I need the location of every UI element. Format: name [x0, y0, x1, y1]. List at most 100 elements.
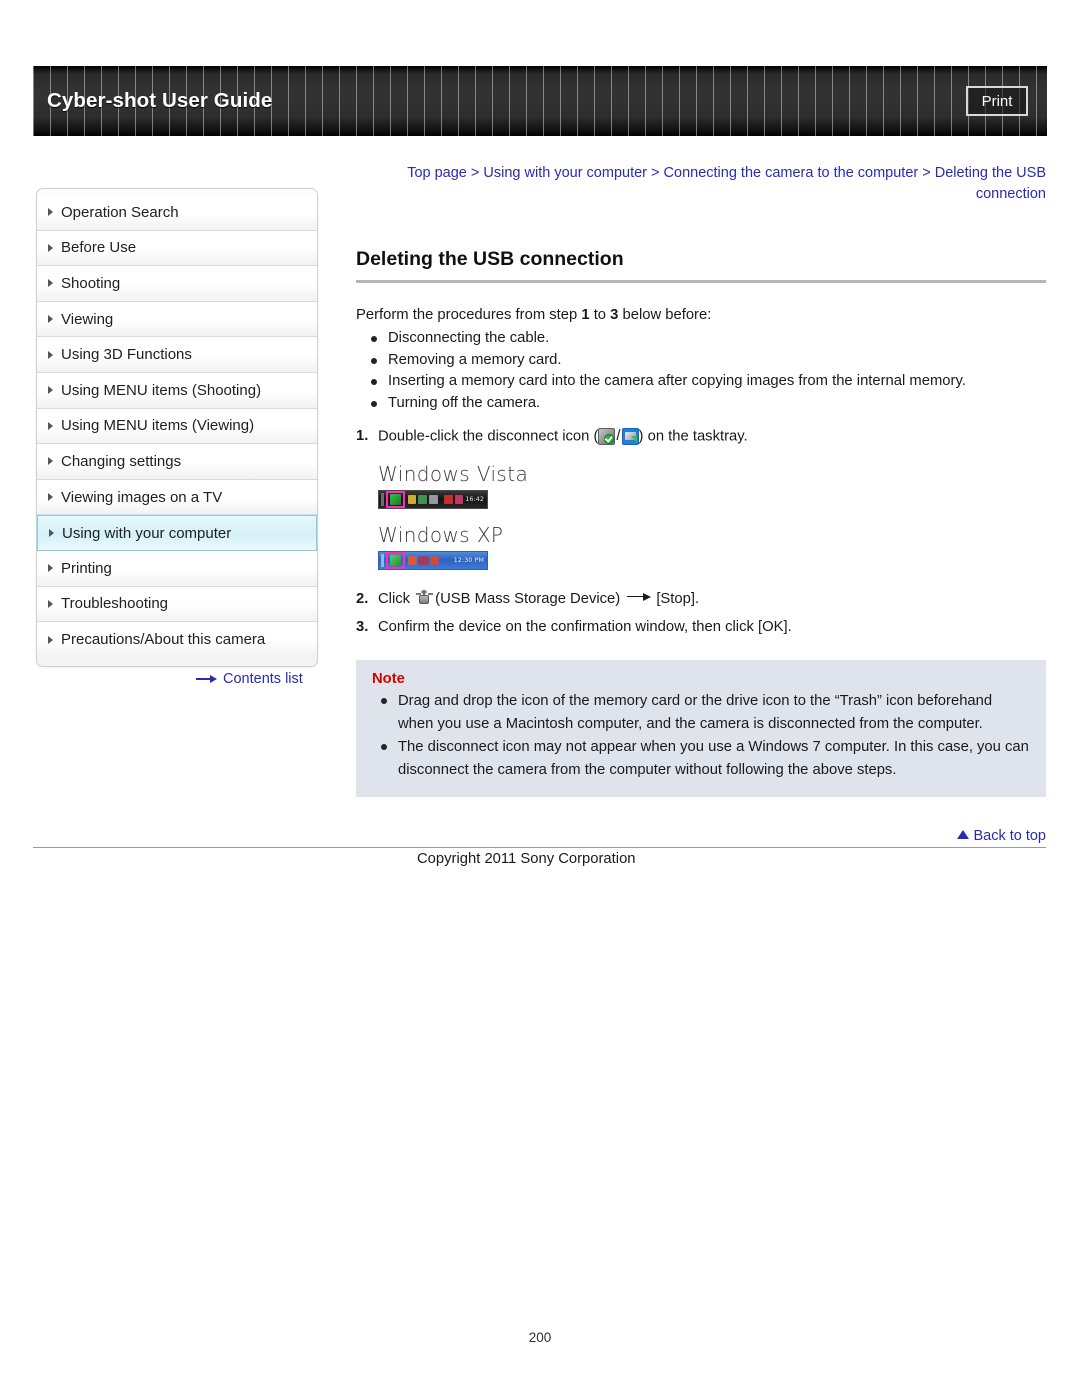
- sidebar-item-label: Using 3D Functions: [61, 346, 192, 364]
- chevron-right-icon: [48, 421, 53, 430]
- windows-vista-tasktray-image: 16:42: [378, 489, 488, 509]
- breadcrumb-separator: >: [466, 165, 484, 181]
- chevron-right-icon: [48, 243, 53, 252]
- chevron-right-icon: [48, 279, 53, 288]
- windows-xp-example: Windows XP 12:30 PM: [378, 523, 1046, 570]
- tray-mini-icon: [430, 555, 439, 565]
- list-item: The disconnect icon may not appear when …: [380, 736, 1030, 782]
- step-2-text-tail: [Stop].: [656, 590, 700, 607]
- step-text: Confirm the device on the confirmation w…: [378, 618, 792, 635]
- sidebar-item-label: Using with your computer: [62, 524, 232, 542]
- tasktray-clock: 12:30 PM: [453, 556, 484, 564]
- step-number: 2.: [356, 590, 369, 607]
- tray-mini-icon: [418, 494, 428, 504]
- step-text: Double-click the disconnect icon (/) on …: [378, 425, 1046, 448]
- sidebar-item-label: Viewing images on a TV: [61, 488, 223, 506]
- main-content: Deleting the USB connection Perform the …: [356, 248, 1046, 797]
- chevron-right-icon: [48, 350, 53, 359]
- step-2-text-before: Click: [378, 590, 415, 607]
- page-number: 200: [528, 1330, 552, 1345]
- list-item: Disconnecting the cable.: [370, 328, 1046, 350]
- sidebar-item-precautions-about-this-camera[interactable]: Precautions/About this camera: [37, 622, 317, 658]
- intro-text: Perform the procedures from step 1 to 3 …: [356, 305, 1046, 326]
- note-list: Drag and drop the icon of the memory car…: [372, 690, 1030, 782]
- sidebar-item-label: Using MENU items (Shooting): [61, 381, 262, 399]
- sidebar-item-printing[interactable]: Printing: [37, 550, 317, 587]
- sidebar-item-using-with-your-computer[interactable]: Using with your computer: [37, 515, 317, 551]
- icon-separator: /: [616, 428, 621, 444]
- arrow-right-icon: [196, 674, 218, 684]
- sidebar-item-using-3d-functions[interactable]: Using 3D Functions: [37, 337, 317, 373]
- sidebar-item-using-menu-items-viewing[interactable]: Using MENU items (Viewing): [37, 408, 317, 445]
- back-to-top-link[interactable]: Back to top: [356, 828, 1046, 844]
- page-header-title: Cyber-shot User Guide: [47, 89, 273, 112]
- tasktray-clock: 16:42: [465, 495, 484, 503]
- sidebar-item-changing-settings[interactable]: Changing settings: [37, 444, 317, 480]
- disconnect-icons-group: /: [598, 425, 639, 447]
- windows-vista-example: Windows Vista 16:42: [378, 462, 1046, 509]
- step-3: 3. Confirm the device on the confirmatio…: [356, 616, 1046, 638]
- step-2: 2. Click (USB Mass Storage Device) [Stop…: [356, 588, 1046, 610]
- sidebar-item-label: Changing settings: [61, 452, 182, 470]
- copyright-text: Copyright 2011 Sony Corporation: [417, 851, 636, 867]
- sidebar-item-label: Before Use: [61, 239, 137, 257]
- chevron-right-icon: [48, 315, 53, 324]
- step-2-text-after: (USB Mass Storage Device): [435, 590, 625, 607]
- tray-divider: [381, 492, 384, 506]
- footer-divider: [33, 847, 1046, 848]
- sidebar-item-label: Viewing: [61, 310, 114, 328]
- sidebar-item-viewing[interactable]: Viewing: [37, 301, 317, 338]
- step-1: 1. Double-click the disconnect icon (/) …: [356, 425, 1046, 448]
- sidebar-item-label: Troubleshooting: [61, 595, 169, 613]
- tray-mini-icon: [408, 555, 417, 565]
- chevron-right-icon: [48, 208, 53, 217]
- safely-remove-hardware-icon: [598, 427, 616, 445]
- list-item: Turning off the camera.: [370, 393, 1046, 415]
- breadcrumb: Top page > Using with your computer > Co…: [356, 163, 1046, 205]
- title-divider: [356, 280, 1046, 283]
- note-box: Note Drag and drop the icon of the memor…: [356, 659, 1046, 797]
- tray-mini-icon: [454, 494, 464, 504]
- breadcrumb-item-top-page[interactable]: Top page: [407, 165, 467, 181]
- step-text: Click (USB Mass Storage Device) [Stop].: [378, 588, 1046, 610]
- tray-mini-icon: [419, 555, 428, 565]
- breadcrumb-item-connecting-the-camera[interactable]: Connecting the camera to the computer: [664, 165, 919, 181]
- tray-mini-icon: [429, 494, 438, 504]
- intro-step-from: 1: [581, 307, 590, 323]
- note-title: Note: [372, 670, 405, 687]
- intro-suffix: below before:: [618, 307, 712, 323]
- print-button[interactable]: Print: [966, 86, 1028, 116]
- step-1-text-before: Double-click the disconnect icon (: [378, 428, 599, 445]
- contents-list-link[interactable]: Contents list: [196, 671, 303, 687]
- before-conditions-list: Disconnecting the cable. Removing a memo…: [356, 328, 1046, 414]
- eject-media-icon: [621, 427, 639, 445]
- highlight-box: [386, 551, 405, 569]
- sidebar-item-troubleshooting[interactable]: Troubleshooting: [37, 586, 317, 623]
- sidebar-item-label: Printing: [61, 559, 112, 577]
- sidebar-item-operation-search[interactable]: Operation Search: [37, 195, 317, 231]
- list-item: Drag and drop the icon of the memory car…: [380, 690, 1030, 736]
- chevron-right-icon: [48, 635, 53, 644]
- sidebar-item-using-menu-items-shooting[interactable]: Using MENU items (Shooting): [37, 372, 317, 409]
- intro-prefix: Perform the procedures from step: [356, 307, 582, 323]
- tray-mini-icon: [443, 494, 453, 504]
- arrow-right-icon: [627, 592, 653, 602]
- list-item: Removing a memory card.: [370, 350, 1046, 372]
- sidebar-item-shooting[interactable]: Shooting: [37, 266, 317, 302]
- breadcrumb-separator: >: [918, 165, 935, 181]
- highlight-box: [385, 490, 405, 508]
- contents-list-label: Contents list: [223, 671, 303, 687]
- sidebar-item-before-use[interactable]: Before Use: [37, 230, 317, 267]
- step-number: 3.: [356, 618, 369, 635]
- breadcrumb-item-using-with-your-computer[interactable]: Using with your computer: [483, 165, 647, 181]
- breadcrumb-item-current: Deleting the USB connection: [934, 165, 1046, 202]
- sidebar-item-viewing-images-on-a-tv[interactable]: Viewing images on a TV: [37, 479, 317, 516]
- sidebar-item-label: Shooting: [61, 274, 121, 292]
- triangle-up-icon: [957, 830, 970, 839]
- chevron-right-icon: [48, 386, 53, 395]
- windows-vista-label: Windows Vista: [378, 461, 529, 486]
- sidebar-item-label: Operation Search: [61, 203, 179, 221]
- tray-mini-icon: [407, 494, 417, 504]
- disconnect-icon-highlighted: [389, 493, 401, 505]
- chevron-right-icon: [48, 564, 53, 573]
